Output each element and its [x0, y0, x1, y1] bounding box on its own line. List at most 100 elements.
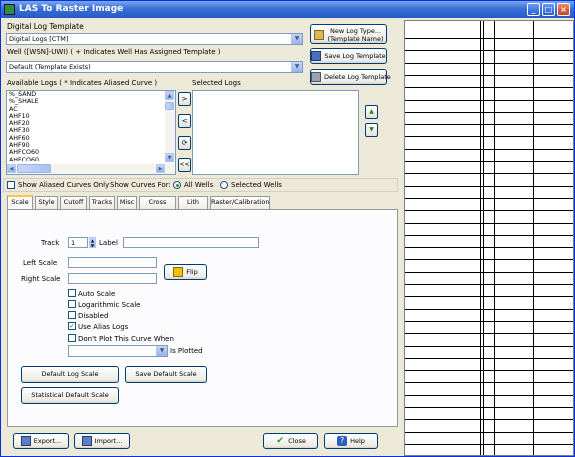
tab-tracks[interactable]: Tracks: [89, 196, 115, 209]
close-button[interactable]: ✔ Close: [263, 433, 318, 449]
scroll-left-icon[interactable]: ◀: [7, 164, 16, 173]
grid-line: [405, 112, 573, 113]
grid-line: [405, 149, 573, 150]
move-down-icon[interactable]: ▼: [365, 123, 378, 137]
grid-line: [405, 198, 573, 199]
new-template-icon: [314, 30, 324, 40]
grid-line: [405, 259, 573, 260]
grid-line: [405, 395, 573, 396]
list-item[interactable]: AHF60: [7, 135, 175, 142]
grid-line: [405, 309, 573, 310]
scroll-thumb[interactable]: [17, 164, 51, 173]
list-item[interactable]: AHF20: [7, 120, 175, 127]
list-item[interactable]: AHFCO60: [7, 149, 175, 156]
remove-log-button[interactable]: <: [178, 114, 191, 128]
is-plotted-label: Is Plotted: [170, 347, 203, 355]
scroll-thumb[interactable]: [165, 102, 174, 110]
dont-plot-checkbox[interactable]: [68, 334, 76, 342]
track-spinner[interactable]: ▲ ▼: [89, 237, 96, 248]
grid-line: [405, 38, 573, 39]
tab-lith-sum[interactable]: Lith Sum: [178, 196, 208, 217]
las-to-raster-window: LAS To Raster Image _ □ × Digital Log Te…: [0, 0, 575, 457]
list-item[interactable]: AHFCO60: [7, 157, 175, 161]
statistical-default-scale-button[interactable]: Statistical Default Scale: [21, 387, 119, 404]
disabled-checkbox[interactable]: [68, 311, 76, 319]
flip-button[interactable]: Flip: [164, 264, 207, 280]
auto-scale-label: Auto Scale: [78, 290, 116, 298]
default-log-scale-button[interactable]: Default Log Scale: [21, 366, 119, 383]
close-window-button[interactable]: ×: [557, 3, 570, 16]
import-button[interactable]: Import...: [74, 433, 130, 449]
remove-all-logs-button[interactable]: <<: [178, 158, 191, 172]
vertical-scrollbar[interactable]: ▲ ▼: [165, 91, 175, 163]
tab-misc[interactable]: Misc: [117, 196, 137, 209]
scroll-up-icon[interactable]: ▲: [165, 91, 174, 100]
log-preview-pane: [404, 20, 574, 456]
window-title: LAS To Raster Image: [19, 4, 124, 14]
grid-line: [405, 358, 573, 359]
tab-raster-calibration[interactable]: Raster/Calibration: [210, 196, 270, 209]
list-item[interactable]: %_SHALE: [7, 98, 175, 105]
digital-log-template-value: Digital Logs [CTM]: [9, 35, 69, 43]
use-alias-logs-checkbox[interactable]: ✓: [68, 322, 76, 330]
title-bar[interactable]: LAS To Raster Image _ □ ×: [1, 1, 574, 18]
grid-line: [405, 124, 573, 125]
auto-scale-checkbox[interactable]: [68, 289, 76, 297]
show-aliased-checkbox[interactable]: [7, 181, 15, 189]
list-item[interactable]: AHF30: [7, 127, 175, 134]
scroll-down-icon[interactable]: ▼: [165, 153, 174, 162]
list-item[interactable]: AHF90: [7, 142, 175, 149]
checkmark-icon: ✔: [276, 436, 284, 446]
maximize-button[interactable]: □: [542, 3, 555, 16]
help-button[interactable]: ? Help: [324, 433, 378, 449]
grid-line: [405, 407, 573, 408]
well-select[interactable]: Default (Template Exists) ▼: [6, 61, 303, 73]
left-scale-input[interactable]: [68, 257, 157, 268]
dont-plot-curve-select[interactable]: ▼: [68, 345, 168, 357]
save-log-template-button[interactable]: Save Log Template: [310, 48, 387, 64]
selected-wells-radio[interactable]: [220, 181, 228, 189]
grid-line: [405, 186, 573, 187]
list-item[interactable]: %_SAND: [7, 91, 175, 98]
tab-cross-over[interactable]: Cross Over: [139, 196, 176, 217]
available-logs-list[interactable]: %_SAND %_SHALE AC AHF10 AHF20 AHF30 AHF6…: [6, 90, 176, 175]
chevron-down-icon: ▼: [156, 346, 167, 356]
digital-log-template-select[interactable]: Digital Logs [CTM] ▼: [6, 33, 303, 45]
chevron-down-icon: ▼: [291, 34, 302, 44]
dont-plot-label: Don't Plot This Curve When: [78, 335, 174, 343]
grid-line: [405, 100, 573, 101]
list-item[interactable]: AC: [7, 106, 175, 113]
grid-line: [405, 136, 573, 137]
use-alias-logs-label: Use Alias Logs: [78, 323, 129, 331]
show-curves-label: Show Curves For:: [110, 181, 171, 189]
track-input[interactable]: 1: [68, 237, 88, 248]
logarithmic-scale-checkbox[interactable]: [68, 300, 76, 308]
save-default-scale-button[interactable]: Save Default Scale: [125, 366, 207, 383]
grid-line: [405, 223, 573, 224]
trash-icon: [311, 72, 321, 82]
grid-line: [405, 272, 573, 273]
list-item[interactable]: AHF10: [7, 113, 175, 120]
export-button[interactable]: Export...: [13, 433, 69, 449]
selected-logs-list[interactable]: [192, 90, 359, 175]
horizontal-scrollbar[interactable]: ◀ ▶: [7, 164, 175, 174]
tab-style[interactable]: Style: [35, 196, 58, 209]
right-scale-label: Right Scale: [21, 275, 61, 283]
tab-scale[interactable]: Scale: [7, 195, 33, 209]
new-log-type-button[interactable]: New Log Type... (Template Name): [310, 24, 387, 44]
delete-log-template-label: Delete Log Template: [324, 73, 391, 81]
minimize-button[interactable]: _: [527, 3, 540, 16]
delete-log-template-button[interactable]: Delete Log Template: [310, 69, 391, 85]
add-log-button[interactable]: >: [178, 92, 191, 106]
refresh-icon[interactable]: ⟳: [178, 136, 191, 150]
tab-cutoff[interactable]: Cutoff: [60, 196, 87, 209]
grid-line: [405, 321, 573, 322]
right-scale-input[interactable]: [68, 273, 157, 284]
move-up-icon[interactable]: ▲: [365, 105, 378, 119]
digital-log-template-label: Digital Log Template: [7, 22, 84, 31]
grid-line: [405, 210, 573, 211]
label-input[interactable]: [123, 237, 259, 248]
all-wells-radio[interactable]: [173, 181, 181, 189]
scroll-right-icon[interactable]: ▶: [156, 164, 165, 173]
grid-line: [405, 296, 573, 297]
